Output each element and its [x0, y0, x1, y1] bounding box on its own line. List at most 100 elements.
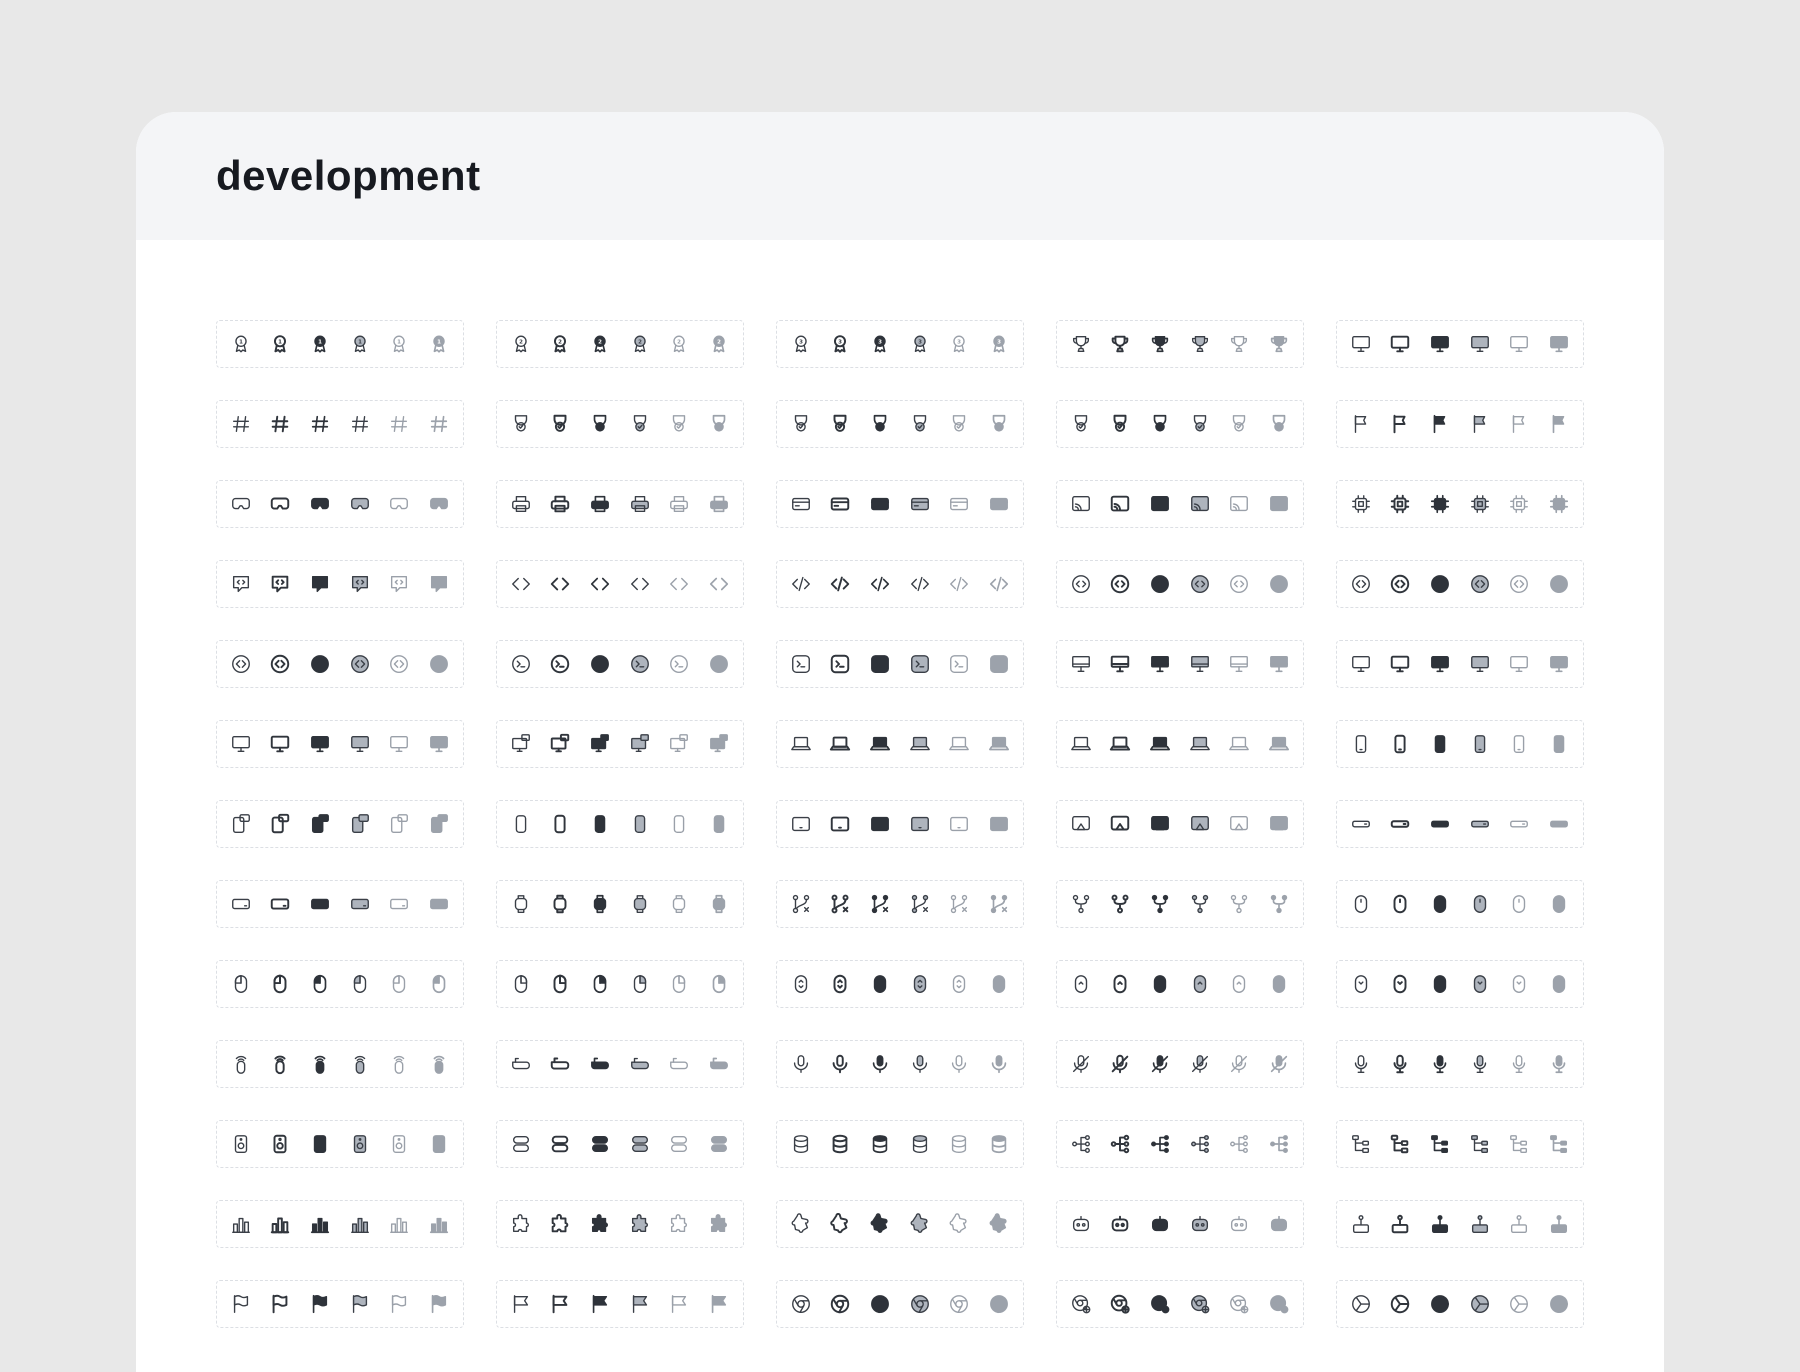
code-circle-outline-duotone-icon: .itk2oyl .f{fill:#aeb4bd;stroke:#3a3f47;…	[349, 653, 371, 675]
antenna-box-solid-icon: .iav6nu5 .f{fill:#2e333a;stroke:#2e333a;…	[1429, 1213, 1451, 1235]
svg-text:2: 2	[638, 339, 642, 345]
cast-duotone-icon: .ijmnays .f{fill:#aeb4bd;stroke:#3a3f47;…	[1189, 493, 1211, 515]
flag-alt-light-icon: .ic6oonp .f,.ic6oonp .o{fill:none;stroke…	[668, 1293, 690, 1315]
svg-text:1: 1	[358, 339, 362, 345]
flag-wave-light-icon: .i40g8ip .f,.i40g8ip .o{fill:none;stroke…	[388, 1293, 410, 1315]
cpu-chip-stroke-icon: .i1yv3on .f,.i1yv3on .o{fill:none;stroke…	[1350, 493, 1372, 515]
mouse-right-click-stroke-bold-icon: .iwc1ww6 .f,.iwc1ww6 .o{fill:none;stroke…	[549, 973, 571, 995]
laptop-stroke-icon: .ibci8b2 .f,.ibci8b2 .o{fill:none;stroke…	[790, 733, 812, 755]
chrome-stroke-icon: .i40t8c2 .f,.i40t8c2 .o{fill:none;stroke…	[790, 1293, 812, 1315]
icon-set-cast: .ij2jpb9 .f,.ij2jpb9 .o{fill:none;stroke…	[1056, 480, 1304, 528]
svg-text:2: 2	[519, 339, 523, 345]
icon-set-antenna-box: .i6x7g5b .f,.i6x7g5b .o{fill:none;stroke…	[1336, 1200, 1584, 1248]
server-duotone-icon: .ios600v .f{fill:#aeb4bd;stroke:#3a3f47;…	[629, 1133, 651, 1155]
medal-3-stroke-icon: .ia1o839 .f,.ia1o839 .o{fill:none;stroke…	[790, 333, 812, 355]
code-slash-duotone-icon: .iw0snam .f{fill:#aeb4bd;stroke:#3a3f47;…	[909, 573, 931, 595]
laptop-open-stroke-icon: .ix6rjd3 .f,.ix6rjd3 .o{fill:none;stroke…	[1070, 733, 1092, 755]
laptop-open-light-icon: .igv9q1l .f,.igv9q1l .o{fill:none;stroke…	[1228, 733, 1250, 755]
icon-set-laptop: .ibci8b2 .f,.ibci8b2 .o{fill:none;stroke…	[776, 720, 1024, 768]
mouse-down-duotone-icon: .i1jtpbu .f{fill:#aeb4bd;stroke:#3a3f47;…	[1469, 973, 1491, 995]
desktop-stroke-bold-icon: .igbkodg .f,.igbkodg .o{fill:none;stroke…	[1109, 653, 1131, 675]
code-circle-stroke-bold-icon: .i55z9xw .f,.i55z9xw .o{fill:none;stroke…	[1109, 573, 1131, 595]
mouse-wireless-stroke-icon: .ibl0w53 .f,.ibl0w53 .o{fill:none;stroke…	[230, 1053, 252, 1075]
tablet-landscape-stroke-bold-icon: .i1l8clf .f,.i1l8clf .o{fill:none;stroke…	[829, 813, 851, 835]
monitor-stroke-icon: .i3yscff .f,.i3yscff .o{fill:none;stroke…	[1350, 333, 1372, 355]
tablet-wide-duotone-icon: .i35syxs .f{fill:#aeb4bd;stroke:#3a3f47;…	[349, 893, 371, 915]
bar-chart-duotone-icon: .iv38myr .f{fill:#aeb4bd;stroke:#3a3f47;…	[349, 1213, 371, 1235]
terminal-circle-solid-icon: .ic1759z .f{fill:#2e333a;stroke:#2e333a;…	[589, 653, 611, 675]
git-fork-solid-icon: .i6wqh8p .f{fill:#2e333a;stroke:#2e333a;…	[1149, 893, 1171, 915]
monitor-chat-light-solid-icon: .i7drspi .f{fill:#9ca2ab;stroke:#9ca2ab;…	[708, 733, 730, 755]
smartwatch-stroke-icon: .ipmh5q6 .f,.ipmh5q6 .o{fill:none;stroke…	[510, 893, 532, 915]
cpu-chip-light-solid-icon: .is6yom3 .f{fill:#9ca2ab;stroke:#9ca2ab;…	[1548, 493, 1570, 515]
icon-set-tree-structure: .iph9kn7 .f,.iph9kn7 .o{fill:none;stroke…	[1336, 1120, 1584, 1168]
git-pull-request-light-solid-icon: .id7n2u2 .f{fill:#9ca2ab;stroke:#9ca2ab;…	[988, 893, 1010, 915]
device-chat-light-solid-icon: .ia1c38p .f{fill:#9ca2ab;stroke:#9ca2ab;…	[428, 813, 450, 835]
chrome-alt-light-icon: .ino738k .f,.ino738k .o{fill:none;stroke…	[1508, 1293, 1530, 1315]
monitor-stand-stroke-bold-icon: .i85wtv5 .f,.i85wtv5 .o{fill:none;stroke…	[269, 733, 291, 755]
printer-light-icon: .icxzlli .f,.icxzlli .o{fill:none;stroke…	[668, 493, 690, 515]
hashtag-solid-icon: .i9o2on1 .f{fill:#2e333a;stroke:#2e333a;…	[309, 413, 331, 435]
icon-set-cable: .i48c259 .f,.i48c259 .o{fill:none;stroke…	[496, 1040, 744, 1088]
icon-set-airplay: .iofzldy .f,.iofzldy .o{fill:none;stroke…	[1056, 800, 1304, 848]
speaker-stroke-bold-icon: .i44f5vh .f,.i44f5vh .o{fill:none;stroke…	[269, 1133, 291, 1155]
code-message-light-solid-icon: .itdymgb .f{fill:#9ca2ab;stroke:#9ca2ab;…	[428, 573, 450, 595]
hierarchy-light-icon: .ix4gm4c .f,.ix4gm4c .o{fill:none;stroke…	[1228, 1133, 1250, 1155]
flag-wave-stroke-icon: .im9ufv1 .f,.im9ufv1 .o{fill:none;stroke…	[230, 1293, 252, 1315]
microphone-light-solid-icon: .i44u2b6 .f{fill:#9ca2ab;stroke:#9ca2ab;…	[988, 1053, 1010, 1075]
microphone-solid-icon: .iqrc2vi .f{fill:#2e333a;stroke:#2e333a;…	[869, 1053, 891, 1075]
speaker-duotone-icon: .ihtgqo8 .f{fill:#aeb4bd;stroke:#3a3f47;…	[349, 1133, 371, 1155]
mouse-right-click-stroke-icon: .ic10006 .f,.ic10006 .o{fill:none;stroke…	[510, 973, 532, 995]
git-fork-light-icon: .iqeumyx .f,.iqeumyx .o{fill:none;stroke…	[1228, 893, 1250, 915]
microphone-alt-light-icon: .ii6gnrs .f,.ii6gnrs .o{fill:none;stroke…	[1508, 1053, 1530, 1075]
device-chat-solid-icon: .iqefe3f .f{fill:#2e333a;stroke:#2e333a;…	[309, 813, 331, 835]
printer-duotone-icon: .i5ctm6i .f{fill:#aeb4bd;stroke:#3a3f47;…	[629, 493, 651, 515]
award-badge-solid-icon: .ikrq08s .f{fill:#2e333a;stroke:#2e333a;…	[1149, 413, 1171, 435]
medal-2-light-icon: .itd0gxo .f,.itd0gxo .o{fill:none;stroke…	[668, 333, 690, 355]
award-star-stroke-icon: .ix9imlv .f,.ix9imlv .o{fill:none;stroke…	[510, 413, 532, 435]
smartphone-solid-icon: .i752usl .f{fill:#2e333a;stroke:#2e333a;…	[1429, 733, 1451, 755]
medal-1-solid-icon: .ib85do9 .f{fill:#2e333a;stroke:#2e333a;…	[309, 333, 331, 355]
icon-set-terminal-square: .ili2wkv .f,.ili2wkv .o{fill:none;stroke…	[776, 640, 1024, 688]
icon-set-hashtag: .ikp8p26 .f,.ikp8p26 .o{fill:none;stroke…	[216, 400, 464, 448]
tablet-wide-stroke-icon: .i1u0tvh .f,.i1u0tvh .o{fill:none;stroke…	[230, 893, 252, 915]
flag-square-stroke-bold-icon: .i412rlu .f,.i412rlu .o{fill:none;stroke…	[1389, 413, 1411, 435]
mouse-wireless-solid-icon: .i63n14i .f{fill:#2e333a;stroke:#2e333a;…	[309, 1053, 331, 1075]
icon-set-speaker: .ia5fpda .f,.ia5fpda .o{fill:none;stroke…	[216, 1120, 464, 1168]
icon-set-puzzle: .iz06iip .f,.iz06iip .o{fill:none;stroke…	[496, 1200, 744, 1248]
server-solid-icon: .ij165sy .f{fill:#2e333a;stroke:#2e333a;…	[589, 1133, 611, 1155]
airplay-stroke-bold-icon: .iss7o88 .f,.iss7o88 .o{fill:none;stroke…	[1109, 813, 1131, 835]
database-stroke-icon: .i1g7f1y .f,.i1g7f1y .o{fill:none;stroke…	[790, 1133, 812, 1155]
robot-stroke-icon: .i4dwvid .f,.i4dwvid .o{fill:none;stroke…	[1070, 1213, 1092, 1235]
icon-set-keyboard-bar: .i587sck .f,.i587sck .o{fill:none;stroke…	[1336, 800, 1584, 848]
laptop-stroke-bold-icon: .irqzjz3 .f,.irqzjz3 .o{fill:none;stroke…	[829, 733, 851, 755]
code-message-duotone-icon: .i5umb94 .f{fill:#aeb4bd;stroke:#3a3f47;…	[349, 573, 371, 595]
monitor-solid-icon: .ixyhpc0 .f{fill:#2e333a;stroke:#2e333a;…	[1429, 333, 1451, 355]
airplay-light-solid-icon: .igl70ps .f{fill:#9ca2ab;stroke:#9ca2ab;…	[1268, 813, 1290, 835]
medal-2-stroke-bold-icon: .itlytse .f,.itlytse .o{fill:none;stroke…	[549, 333, 571, 355]
puzzle-duotone-icon: .i2leyyx .f{fill:#aeb4bd;stroke:#3a3f47;…	[629, 1213, 651, 1235]
flag-square-stroke-icon: .ip14zyc .f,.ip14zyc .o{fill:none;stroke…	[1350, 413, 1372, 435]
flag-alt-light-solid-icon: .i0a2z2w .f{fill:#9ca2ab;stroke:#9ca2ab;…	[708, 1293, 730, 1315]
microphone-off-light-solid-icon: .ijna2b3 .f{fill:#9ca2ab;stroke:#9ca2ab;…	[1268, 1053, 1290, 1075]
svg-text:1: 1	[437, 339, 441, 345]
medal-2-light-solid-icon: .ijhl2nd .f{fill:#9ca2ab;stroke:#9ca2ab;…	[708, 333, 730, 355]
icon-set-award-star: .ix9imlv .f,.ix9imlv .o{fill:none;stroke…	[496, 400, 744, 448]
server-light-icon: .iuvzles .f,.iuvzles .o{fill:none;stroke…	[668, 1133, 690, 1155]
code-slash-stroke-bold-icon: .iqewjpu .f,.iqewjpu .o{fill:none;stroke…	[829, 573, 851, 595]
chrome-add-light-solid-icon: .i8ib87i .f{fill:#9ca2ab;stroke:#9ca2ab;…	[1268, 1293, 1290, 1315]
svg-text:2: 2	[678, 339, 682, 345]
keyboard-bar-duotone-icon: .iunluqt .f{fill:#aeb4bd;stroke:#3a3f47;…	[1469, 813, 1491, 835]
vr-headset-light-solid-icon: .izwyjgd .f{fill:#9ca2ab;stroke:#9ca2ab;…	[428, 493, 450, 515]
icon-set-tablet-wide: .i1u0tvh .f,.i1u0tvh .o{fill:none;stroke…	[216, 880, 464, 928]
chrome-alt-solid-icon: .i3dpas9 .f{fill:#2e333a;stroke:#2e333a;…	[1429, 1293, 1451, 1315]
medal-1-stroke-icon: .i3oi52g .f,.i3oi52g .o{fill:none;stroke…	[230, 333, 252, 355]
icon-set-medal-3: .ia1o839 .f,.ia1o839 .o{fill:none;stroke…	[776, 320, 1024, 368]
mouse-right-click-light-solid-icon: .ikpsxnp .f{fill:#9ca2ab;stroke:#9ca2ab;…	[708, 973, 730, 995]
icon-set-git-fork: .iaba2wu .f,.iaba2wu .o{fill:none;stroke…	[1056, 880, 1304, 928]
microphone-off-stroke-icon: .iv1hdna .f,.iv1hdna .o{fill:none;stroke…	[1070, 1053, 1092, 1075]
puzzle-alt-solid-icon: .io0ytgh .f{fill:#2e333a;stroke:#2e333a;…	[869, 1213, 891, 1235]
cast-stroke-icon: .ij2jpb9 .f,.ij2jpb9 .o{fill:none;stroke…	[1070, 493, 1092, 515]
monitor-stand-light-solid-icon: .ilt2f77 .f{fill:#9ca2ab;stroke:#9ca2ab;…	[428, 733, 450, 755]
database-stroke-bold-icon: .io483v4 .f,.io483v4 .o{fill:none;stroke…	[829, 1133, 851, 1155]
